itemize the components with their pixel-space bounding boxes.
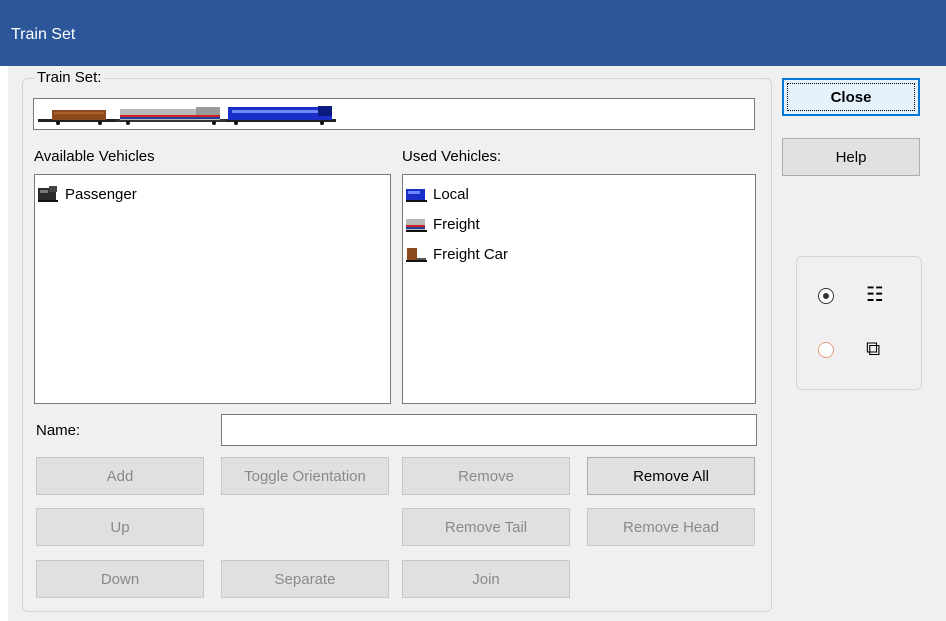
down-button[interactable]: Down bbox=[36, 560, 204, 598]
list-item-label: Freight Car bbox=[433, 245, 509, 263]
freight-loco-icon bbox=[405, 215, 427, 233]
used-vehicles-label: Used Vehicles: bbox=[402, 148, 502, 165]
add-button[interactable]: Add bbox=[36, 457, 204, 495]
train-set-preview bbox=[33, 98, 755, 130]
name-label: Name: bbox=[36, 422, 81, 439]
help-button[interactable]: Help bbox=[782, 138, 920, 176]
remove-all-button[interactable]: Remove All bbox=[587, 457, 755, 495]
list-item-label: Local bbox=[433, 185, 469, 203]
list-item[interactable]: Freight Car bbox=[405, 241, 508, 267]
train-set-legend: Train Set: bbox=[34, 69, 105, 86]
freight-car-image bbox=[38, 110, 116, 125]
view-mode-panel bbox=[796, 256, 922, 390]
freight-car-icon bbox=[405, 245, 427, 263]
list-item[interactable]: Local bbox=[405, 181, 469, 207]
window-title: Train Set bbox=[11, 26, 76, 43]
stacked-view-icon: ⧉ bbox=[866, 336, 881, 360]
list-view-radio[interactable] bbox=[818, 288, 834, 304]
used-vehicles-list[interactable]: Local Freight Freight Car bbox=[402, 174, 756, 404]
join-button[interactable]: Join bbox=[402, 560, 570, 598]
separate-button[interactable]: Separate bbox=[221, 560, 389, 598]
name-input[interactable] bbox=[221, 414, 757, 446]
remove-tail-button[interactable]: Remove Tail bbox=[402, 508, 570, 546]
window-border bbox=[0, 66, 8, 621]
train-preview-image bbox=[38, 106, 336, 125]
passenger-loco-icon bbox=[37, 185, 59, 203]
close-button[interactable]: Close bbox=[782, 78, 920, 116]
toggle-orientation-button[interactable]: Toggle Orientation bbox=[221, 457, 389, 495]
local-loco-image bbox=[226, 106, 336, 125]
freight-loco-image bbox=[116, 107, 226, 125]
local-loco-icon bbox=[405, 185, 427, 203]
list-view-icon: ☷ bbox=[866, 282, 884, 306]
stacked-view-radio[interactable] bbox=[818, 342, 834, 358]
remove-button[interactable]: Remove bbox=[402, 457, 570, 495]
up-button[interactable]: Up bbox=[36, 508, 204, 546]
list-item-label: Freight bbox=[433, 215, 480, 233]
list-item-label: Passenger bbox=[65, 185, 137, 203]
focus-rectangle bbox=[787, 83, 915, 111]
list-item[interactable]: Freight bbox=[405, 211, 480, 237]
available-vehicles-list[interactable]: Passenger bbox=[34, 174, 391, 404]
remove-head-button[interactable]: Remove Head bbox=[587, 508, 755, 546]
title-bar: Train Set bbox=[0, 0, 946, 66]
list-item[interactable]: Passenger bbox=[37, 181, 137, 207]
available-vehicles-label: Available Vehicles bbox=[34, 148, 155, 165]
